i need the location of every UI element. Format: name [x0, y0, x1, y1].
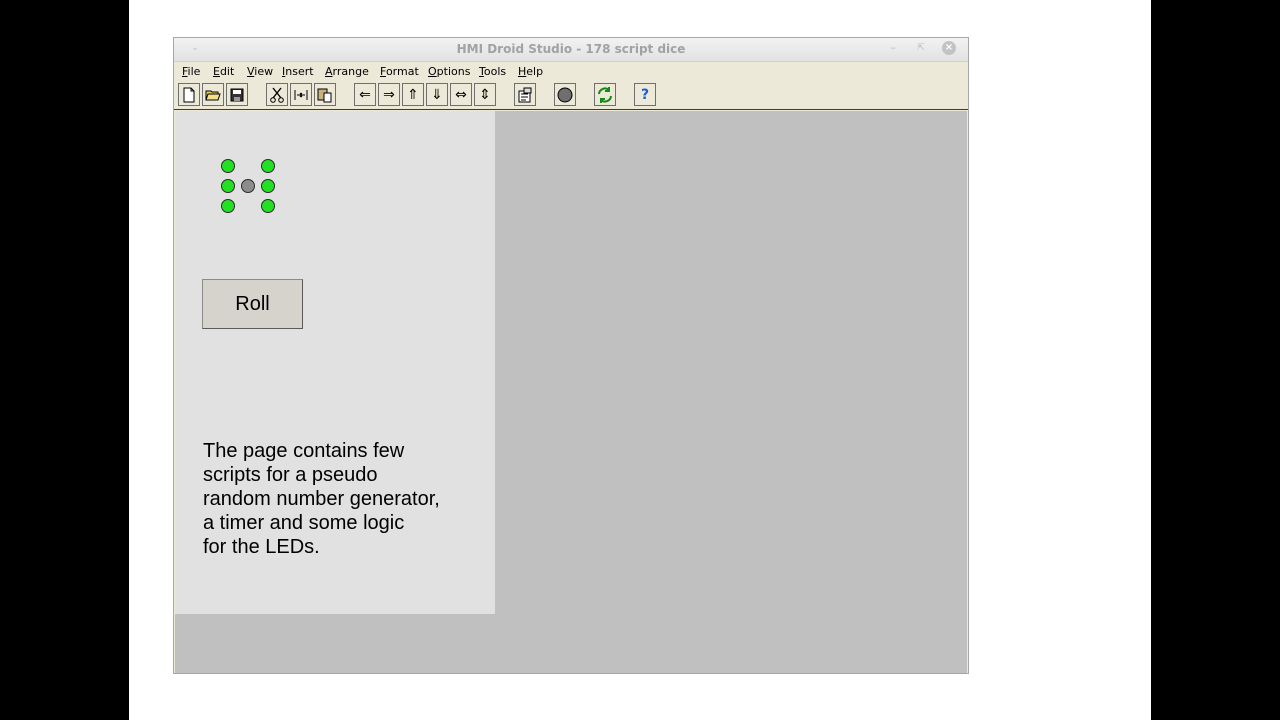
description-line: random number generator,: [203, 488, 440, 510]
open-folder-icon[interactable]: [202, 83, 224, 106]
description-line: a timer and some logic: [203, 512, 405, 534]
save-icon[interactable]: [226, 83, 248, 106]
arrow-vertical-icon[interactable]: ⇕: [474, 83, 496, 106]
menu-view[interactable]: View: [247, 65, 273, 78]
workspace: Roll The page contains few scripts for a…: [175, 111, 967, 673]
title-bar[interactable]: ⌄ HMI Droid Studio - 178 script dice – ⇱…: [174, 38, 968, 62]
led-middle-right[interactable]: [261, 179, 275, 193]
menu-file[interactable]: File: [182, 65, 200, 78]
cut-icon[interactable]: [266, 83, 288, 106]
arrow-down-icon[interactable]: ⇓: [426, 83, 448, 106]
menu-arrange[interactable]: Arrange: [325, 65, 369, 78]
led-bottom-right[interactable]: [261, 199, 275, 213]
minimize-icon[interactable]: –: [886, 41, 900, 55]
arrow-left-icon[interactable]: ⇐: [354, 83, 376, 106]
led-bottom-left[interactable]: [221, 199, 235, 213]
description-line: The page contains few: [203, 440, 405, 462]
refresh-icon[interactable]: [594, 83, 616, 106]
menu-edit[interactable]: Edit: [213, 65, 234, 78]
app-window: ⌄ HMI Droid Studio - 178 script dice – ⇱…: [173, 37, 969, 674]
menu-insert[interactable]: Insert: [282, 65, 314, 78]
description-text: The page contains few scripts for a pseu…: [203, 439, 493, 559]
window-title: HMI Droid Studio - 178 script dice: [456, 42, 686, 56]
led-center[interactable]: [241, 179, 255, 193]
menu-bar: File Edit View Insert Arrange Format Opt…: [174, 62, 968, 81]
arrow-up-icon[interactable]: ⇑: [402, 83, 424, 106]
menu-format[interactable]: Format: [380, 65, 419, 78]
toolbar: ⇐ ⇒ ⇑ ⇓ ⇔ ⇕ ?: [174, 81, 968, 110]
menu-help[interactable]: Help: [518, 65, 543, 78]
properties-icon[interactable]: [514, 83, 536, 106]
arrow-horizontal-icon[interactable]: ⇔: [450, 83, 472, 106]
roll-button[interactable]: Roll: [202, 279, 303, 329]
menu-tools[interactable]: Tools: [479, 65, 506, 78]
led-record-icon[interactable]: [554, 83, 576, 106]
close-icon[interactable]: ×: [942, 41, 956, 55]
help-icon[interactable]: ?: [634, 83, 656, 106]
copy-icon[interactable]: [290, 83, 312, 106]
maximize-icon[interactable]: ⇱: [914, 41, 928, 55]
description-line: scripts for a pseudo: [203, 464, 378, 486]
menu-options[interactable]: Options: [428, 65, 470, 78]
new-file-icon[interactable]: [178, 83, 200, 106]
led-middle-left[interactable]: [221, 179, 235, 193]
paste-icon[interactable]: [314, 83, 336, 106]
arrow-right-icon[interactable]: ⇒: [378, 83, 400, 106]
led-top-right[interactable]: [261, 159, 275, 173]
hmi-page[interactable]: Roll The page contains few scripts for a…: [175, 111, 495, 614]
description-line: for the LEDs.: [203, 536, 320, 558]
led-top-left[interactable]: [221, 159, 235, 173]
